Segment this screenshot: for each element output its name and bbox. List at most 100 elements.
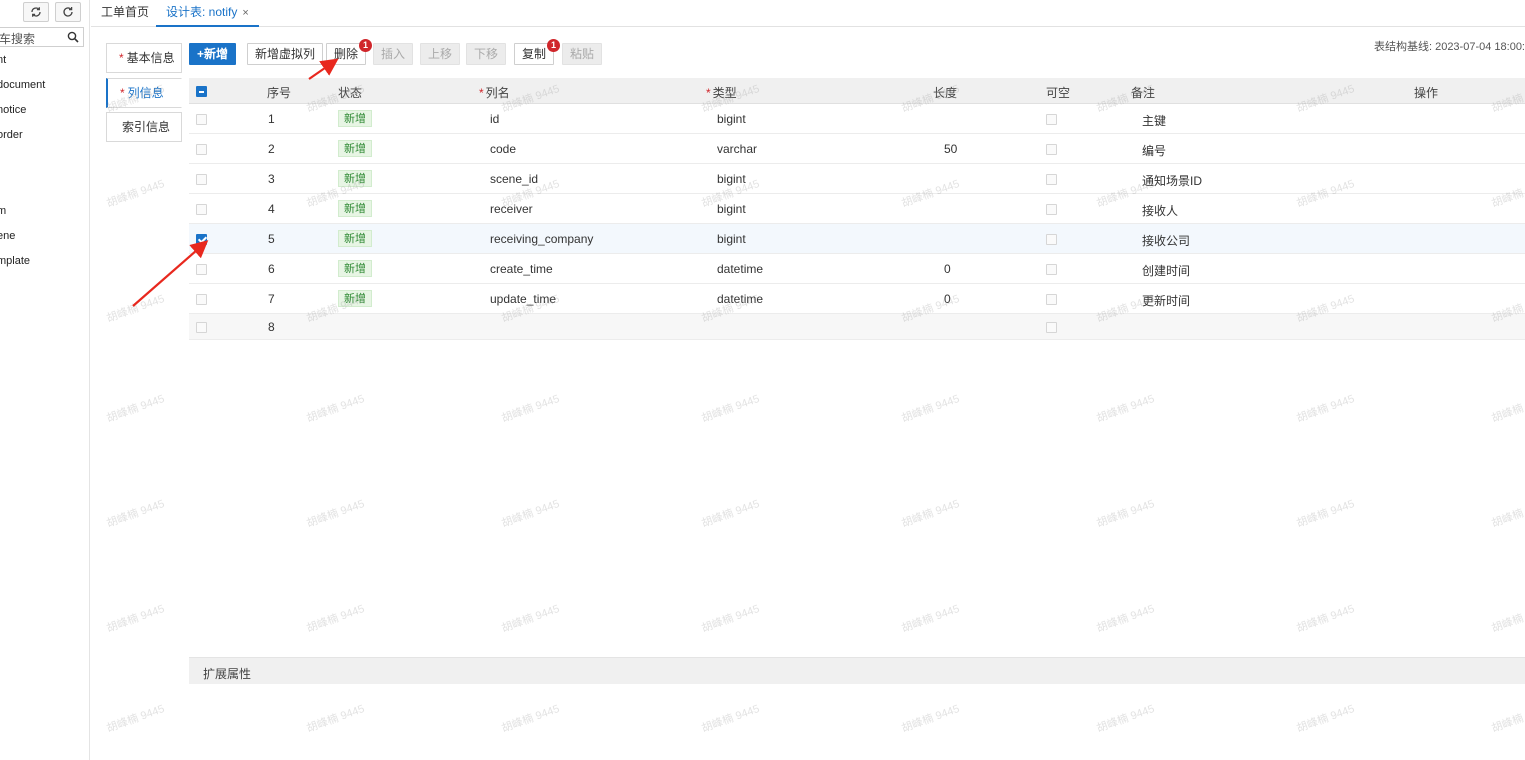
row-seq: 4 bbox=[268, 202, 275, 216]
table-row[interactable]: 1 新增 id bigint 主键 bbox=[189, 104, 1525, 134]
insert-button[interactable]: 插入 bbox=[373, 43, 414, 65]
table-row[interactable]: 4 新增 receiver bigint 接收人 bbox=[189, 194, 1525, 224]
watermark-text: 胡峰楠 9445 bbox=[500, 702, 562, 735]
nullable-checkbox[interactable] bbox=[1046, 234, 1057, 245]
header-nullable: 可空 bbox=[1046, 86, 1071, 100]
row-checkbox-checked[interactable] bbox=[196, 234, 207, 245]
watermark-text: 胡峰楠 9445 bbox=[305, 392, 367, 425]
delete-badge: 1 bbox=[359, 39, 372, 52]
required-mark: * bbox=[119, 51, 124, 65]
column-type-cell[interactable]: bigint bbox=[717, 172, 746, 186]
table-row[interactable]: 6 新增 create_time datetime 0 创建时间 bbox=[189, 254, 1525, 284]
column-comment-cell[interactable]: 主键 bbox=[1142, 112, 1166, 129]
tab-design-notify[interactable]: 设计表: notify × bbox=[156, 0, 259, 27]
column-name-cell[interactable]: scene_id bbox=[490, 172, 538, 186]
column-type-cell[interactable]: bigint bbox=[717, 112, 746, 126]
row-seq: 6 bbox=[268, 262, 275, 276]
move-down-button[interactable]: 下移 bbox=[466, 43, 507, 65]
column-comment-cell[interactable]: 接收公司 bbox=[1142, 232, 1190, 249]
row-checkbox[interactable] bbox=[196, 114, 207, 125]
header-name: * 列名 bbox=[479, 84, 510, 101]
watermark-text: 胡峰楠 9445 bbox=[305, 497, 367, 530]
column-comment-cell[interactable]: 创建时间 bbox=[1142, 262, 1190, 279]
column-type-cell[interactable]: bigint bbox=[717, 232, 746, 246]
column-type-cell[interactable]: datetime bbox=[717, 292, 763, 306]
column-length-cell[interactable]: 50 bbox=[944, 142, 957, 156]
watermark-text: 胡峰楠 9445 bbox=[700, 702, 762, 735]
top-tab-bar: 工单首页 设计表: notify × bbox=[91, 0, 1525, 27]
extension-properties-section[interactable]: 扩展属性 bbox=[189, 657, 1525, 684]
row-checkbox[interactable] bbox=[196, 174, 207, 185]
watermark-text: 胡峰楠 9445 bbox=[500, 602, 562, 635]
nullable-checkbox[interactable] bbox=[1046, 114, 1057, 125]
column-name-cell[interactable]: update_time bbox=[490, 292, 556, 306]
tree-search-input[interactable]: 车搜索 bbox=[0, 27, 84, 47]
column-comment-cell[interactable]: 更新时间 bbox=[1142, 292, 1190, 309]
status-badge: 新增 bbox=[338, 110, 372, 127]
grid-header: 序号 状态 * 列名 * 类型 长度 可空 备注 操作 bbox=[189, 78, 1525, 104]
column-type-cell[interactable]: bigint bbox=[717, 202, 746, 216]
column-name-cell[interactable]: code bbox=[490, 142, 516, 156]
tree-item[interactable]: notice bbox=[0, 104, 26, 116]
table-row[interactable]: 2 新增 code varchar 50 编号 bbox=[189, 134, 1525, 164]
status-badge: 新增 bbox=[338, 200, 372, 217]
watermark-text: 胡峰楠 9445 bbox=[105, 497, 167, 530]
status-badge: 新增 bbox=[338, 140, 372, 157]
search-icon[interactable] bbox=[67, 31, 79, 43]
nullable-checkbox[interactable] bbox=[1046, 144, 1057, 155]
watermark-text: 胡峰楠 9445 bbox=[900, 392, 962, 425]
nullable-checkbox[interactable] bbox=[1046, 322, 1057, 333]
tab-home[interactable]: 工单首页 bbox=[101, 0, 149, 27]
move-up-button[interactable]: 上移 bbox=[420, 43, 461, 65]
tree-item[interactable]: m bbox=[0, 205, 6, 217]
column-type-cell[interactable]: varchar bbox=[717, 142, 757, 156]
nullable-checkbox[interactable] bbox=[1046, 264, 1057, 275]
section-tab-index[interactable]: 索引信息 bbox=[106, 112, 182, 142]
watermark-text: 胡峰楠 9445 bbox=[105, 392, 167, 425]
column-name-cell[interactable]: create_time bbox=[490, 262, 553, 276]
tree-item[interactable]: ene bbox=[0, 230, 15, 242]
nullable-checkbox[interactable] bbox=[1046, 204, 1057, 215]
column-name-cell[interactable]: id bbox=[490, 112, 499, 126]
column-length-cell[interactable]: 0 bbox=[944, 262, 951, 276]
section-tab-basic[interactable]: * 基本信息 bbox=[106, 43, 182, 73]
tree-item[interactable]: nt bbox=[0, 54, 6, 66]
watermark-text: 胡峰楠 9445 bbox=[105, 602, 167, 635]
sync-icon bbox=[31, 7, 41, 17]
table-row[interactable]: 7 新增 update_time datetime 0 更新时间 bbox=[189, 284, 1525, 314]
paste-button[interactable]: 粘贴 bbox=[562, 43, 603, 65]
row-checkbox[interactable] bbox=[196, 264, 207, 275]
watermark-text: 胡峰楠 9445 bbox=[105, 177, 167, 210]
tree-item[interactable]: document bbox=[0, 79, 45, 91]
tree-item[interactable]: order bbox=[0, 129, 23, 141]
column-name-cell[interactable]: receiving_company bbox=[490, 232, 593, 246]
table-row-selected[interactable]: 5 新增 receiving_company bigint 接收公司 bbox=[189, 224, 1525, 254]
column-name-cell[interactable]: receiver bbox=[490, 202, 533, 216]
column-type-cell[interactable]: datetime bbox=[717, 262, 763, 276]
watermark-text: 胡峰楠 9445 bbox=[1490, 703, 1525, 735]
watermark-text: 胡峰楠 9445 bbox=[105, 702, 167, 735]
nullable-checkbox[interactable] bbox=[1046, 174, 1057, 185]
close-tab-icon[interactable]: × bbox=[242, 7, 248, 19]
column-comment-cell[interactable]: 编号 bbox=[1142, 142, 1166, 159]
column-length-cell[interactable]: 0 bbox=[944, 292, 951, 306]
tree-item[interactable]: mplate bbox=[0, 255, 30, 267]
select-all-checkbox[interactable] bbox=[196, 86, 207, 97]
add-column-button[interactable]: +新增 bbox=[189, 43, 237, 65]
section-tab-columns[interactable]: * 列信息 bbox=[106, 78, 182, 108]
nullable-checkbox[interactable] bbox=[1046, 294, 1057, 305]
column-comment-cell[interactable]: 通知场景ID bbox=[1142, 172, 1202, 189]
watermark-text: 胡峰楠 9445 bbox=[1095, 392, 1157, 425]
reload-button[interactable] bbox=[55, 2, 81, 22]
table-row[interactable]: 3 新增 scene_id bigint 通知场景ID bbox=[189, 164, 1525, 194]
row-checkbox[interactable] bbox=[196, 144, 207, 155]
row-checkbox[interactable] bbox=[196, 294, 207, 305]
refresh-tree-button[interactable] bbox=[23, 2, 49, 22]
row-checkbox[interactable] bbox=[196, 322, 207, 333]
table-row-empty[interactable]: 8 bbox=[189, 314, 1525, 340]
column-comment-cell[interactable]: 接收人 bbox=[1142, 202, 1178, 219]
table-baseline-label: 表结构基线: 2023-07-04 18:00: bbox=[1373, 41, 1525, 53]
add-virtual-column-button[interactable]: 新增虚拟列 bbox=[247, 43, 324, 65]
row-checkbox[interactable] bbox=[196, 204, 207, 215]
header-name-label: 列名 bbox=[485, 86, 510, 100]
